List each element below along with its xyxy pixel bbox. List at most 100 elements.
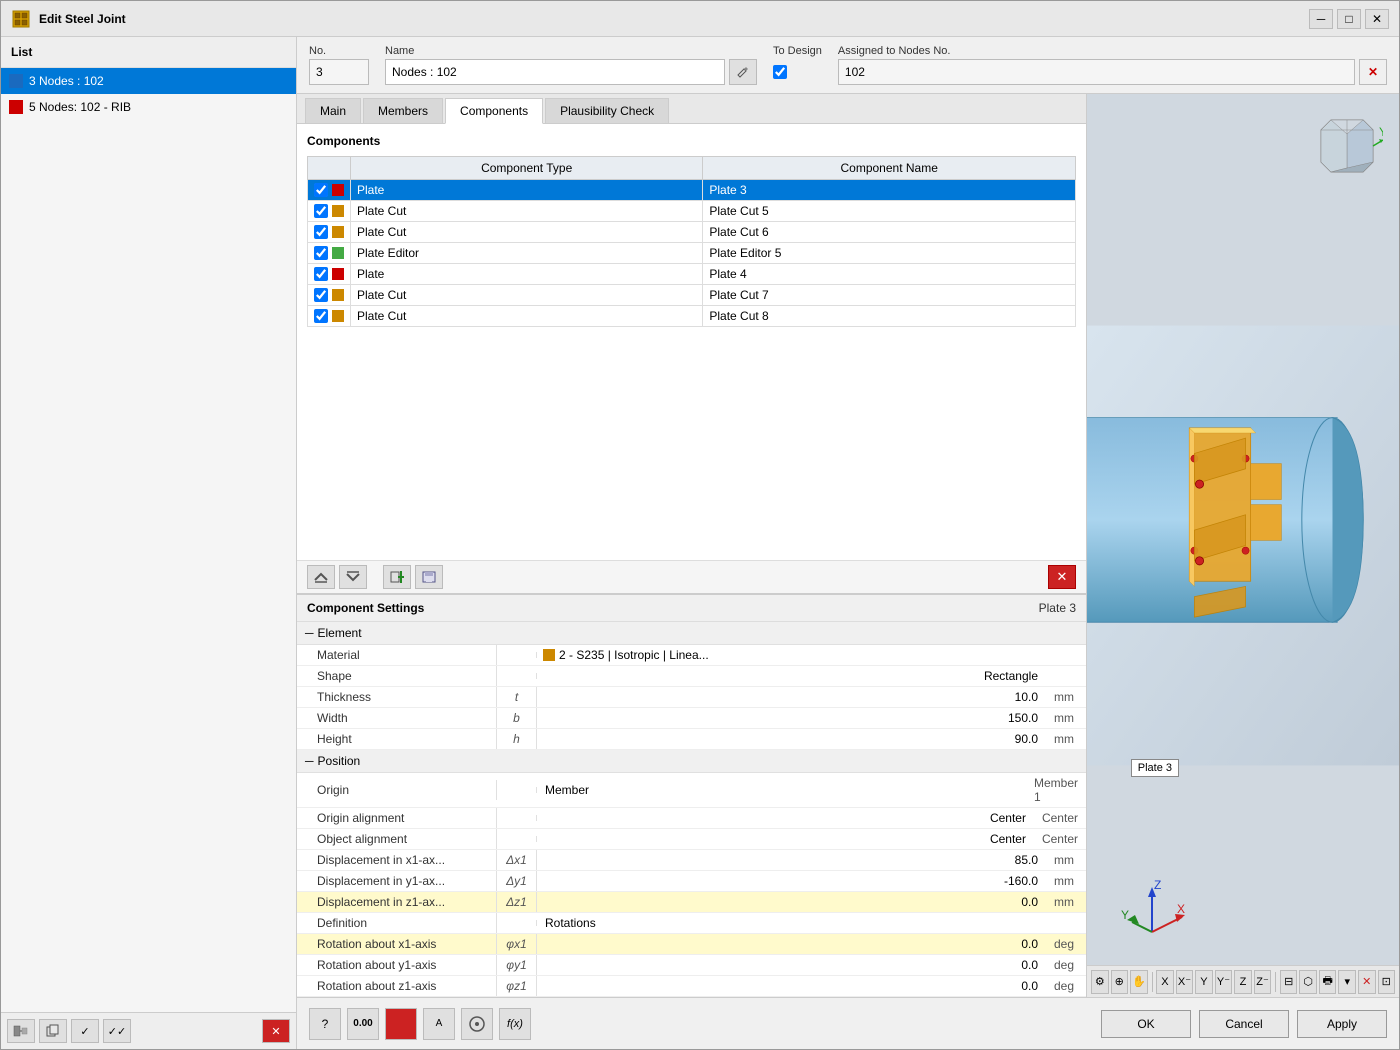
vp-settings-button[interactable]: ⚙ xyxy=(1091,970,1109,994)
row-checkbox[interactable] xyxy=(314,267,328,281)
name-input[interactable] xyxy=(385,59,725,85)
move-down-button[interactable] xyxy=(339,565,367,589)
prop-symbol-disp-z1: Δz1 xyxy=(497,892,537,912)
row-checkbox[interactable] xyxy=(314,246,328,260)
name-row xyxy=(385,59,757,85)
components-title: Components xyxy=(307,134,1076,148)
origin-row: Origin Member Member 1 xyxy=(297,773,1086,808)
formula-button[interactable]: f(x) xyxy=(499,1008,531,1040)
edit-name-button[interactable] xyxy=(729,59,757,85)
prop-name-height: Height xyxy=(297,729,497,749)
clear-nodes-button[interactable]: ✕ xyxy=(1359,59,1387,85)
vp-close-view-button[interactable]: ✕ xyxy=(1358,970,1376,994)
close-button[interactable]: ✕ xyxy=(1365,9,1389,29)
vp-zoom-button[interactable]: ⊕ xyxy=(1111,970,1129,994)
no-label: No. xyxy=(309,45,369,57)
list-item[interactable]: 3 Nodes : 102 xyxy=(1,68,296,94)
table-row[interactable]: Plate Cut Plate Cut 8 xyxy=(308,306,1076,327)
copy-button[interactable] xyxy=(39,1019,67,1043)
row-checkbox[interactable] xyxy=(314,183,328,197)
save-component-button[interactable] xyxy=(415,565,443,589)
type-cell: Plate xyxy=(351,180,703,201)
help-button[interactable]: ? xyxy=(309,1008,341,1040)
check-col-header xyxy=(308,157,351,180)
table-row[interactable]: Plate Plate 3 xyxy=(308,180,1076,201)
name-group: Name xyxy=(385,45,757,85)
view-button[interactable] xyxy=(461,1008,493,1040)
prop-unit-thickness: mm xyxy=(1046,687,1086,707)
tab-main[interactable]: Main xyxy=(305,98,361,123)
vp-print-button[interactable]: 🖶 xyxy=(1319,970,1337,994)
vp-3d-button[interactable]: ⬡ xyxy=(1299,970,1317,994)
table-row[interactable]: Plate Cut Plate Cut 7 xyxy=(308,285,1076,306)
table-row[interactable]: Plate Editor Plate Editor 5 xyxy=(308,243,1076,264)
prop-symbol-height: h xyxy=(497,729,537,749)
tab-plausibility[interactable]: Plausibility Check xyxy=(545,98,669,123)
vp-view-z-button[interactable]: Z xyxy=(1234,970,1252,994)
bottom-bar: ? 0.00 A f(x) OK Cancel Apply xyxy=(297,997,1399,1049)
material-color-box xyxy=(543,649,555,661)
delete-component-button[interactable]: ✕ xyxy=(1048,565,1076,589)
cancel-button[interactable]: Cancel xyxy=(1199,1010,1289,1038)
prop-name-disp-x1: Displacement in x1-ax... xyxy=(297,850,497,870)
row-check-cell xyxy=(308,306,351,327)
color-button[interactable] xyxy=(385,1008,417,1040)
minimize-button[interactable]: ─ xyxy=(1309,9,1333,29)
table-row[interactable]: Plate Cut Plate Cut 6 xyxy=(308,222,1076,243)
row-checkbox[interactable] xyxy=(314,204,328,218)
add-component-button[interactable] xyxy=(383,565,411,589)
vp-view-y-button[interactable]: Y xyxy=(1195,970,1213,994)
name-cell: Plate 4 xyxy=(703,264,1076,285)
check-button[interactable]: ✓ xyxy=(71,1019,99,1043)
element-group-header[interactable]: ─ Element xyxy=(297,622,1086,645)
vp-view-x-button[interactable]: X xyxy=(1156,970,1174,994)
right-area: No. document.currentScript.previousEleme… xyxy=(297,37,1399,1049)
tab-components[interactable]: Components xyxy=(445,98,543,124)
maximize-button[interactable]: □ xyxy=(1337,9,1361,29)
delete-button[interactable]: ✕ xyxy=(262,1019,290,1043)
vp-print-dropdown[interactable]: ▾ xyxy=(1338,970,1356,994)
list-items: 3 Nodes : 102 5 Nodes: 102 - RIB xyxy=(1,68,296,1012)
text-button[interactable]: A xyxy=(423,1008,455,1040)
row-checkbox[interactable] xyxy=(314,309,328,323)
table-row[interactable]: Plate Cut Plate Cut 5 xyxy=(308,201,1076,222)
prop-value-rot-z1: 0.0 xyxy=(537,976,1046,996)
position-group-header[interactable]: ─ Position xyxy=(297,750,1086,773)
to-design-checkbox[interactable] xyxy=(773,65,787,79)
apply-button[interactable]: Apply xyxy=(1297,1010,1387,1038)
table-row[interactable]: Plate Plate 4 xyxy=(308,264,1076,285)
vp-pan-button[interactable]: ✋ xyxy=(1130,970,1148,994)
row-check-cell xyxy=(308,222,351,243)
3d-model-svg xyxy=(1087,94,1399,997)
vp-expand-button[interactable]: ⊡ xyxy=(1378,970,1396,994)
add-joint-button[interactable] xyxy=(7,1019,35,1043)
list-item[interactable]: 5 Nodes: 102 - RIB xyxy=(1,94,296,120)
vp-view-xneg-button[interactable]: X⁻ xyxy=(1176,970,1194,994)
top-form: No. document.currentScript.previousEleme… xyxy=(297,37,1399,94)
prop-name-rot-z1: Rotation about z1-axis xyxy=(297,976,497,996)
definition-row: Definition Rotations xyxy=(297,913,1086,934)
value-button[interactable]: 0.00 xyxy=(347,1008,379,1040)
vp-layers-button[interactable]: ⊟ xyxy=(1280,970,1298,994)
vp-view-yneg-button[interactable]: Y⁻ xyxy=(1215,970,1233,994)
assigned-nodes-input[interactable] xyxy=(838,59,1355,85)
width-row: Width b 150.0 mm xyxy=(297,708,1086,729)
ok-button[interactable]: OK xyxy=(1101,1010,1191,1038)
bottom-right-buttons: OK Cancel Apply xyxy=(1101,1010,1387,1038)
no-group: No. document.currentScript.previousEleme… xyxy=(309,45,369,85)
prop-value-origin: Member xyxy=(537,780,1026,800)
row-checkbox[interactable] xyxy=(314,288,328,302)
move-up-button[interactable] xyxy=(307,565,335,589)
type-color-orange xyxy=(332,226,344,238)
main-content: List 3 Nodes : 102 5 Nodes: 102 - RIB xyxy=(1,37,1399,1049)
row-checkbox[interactable] xyxy=(314,225,328,239)
no-input[interactable] xyxy=(309,59,369,85)
type-color-red xyxy=(332,184,344,196)
property-tree: ─ Element Material 2 - S235 | Isot xyxy=(297,622,1086,997)
3d-viewport[interactable]: Y xyxy=(1087,94,1399,997)
check-all-button[interactable]: ✓✓ xyxy=(103,1019,131,1043)
tab-members[interactable]: Members xyxy=(363,98,443,123)
prop-value-height: 90.0 xyxy=(537,729,1046,749)
row-check-cell xyxy=(308,264,351,285)
vp-view-zneg-button[interactable]: Z⁻ xyxy=(1254,970,1272,994)
